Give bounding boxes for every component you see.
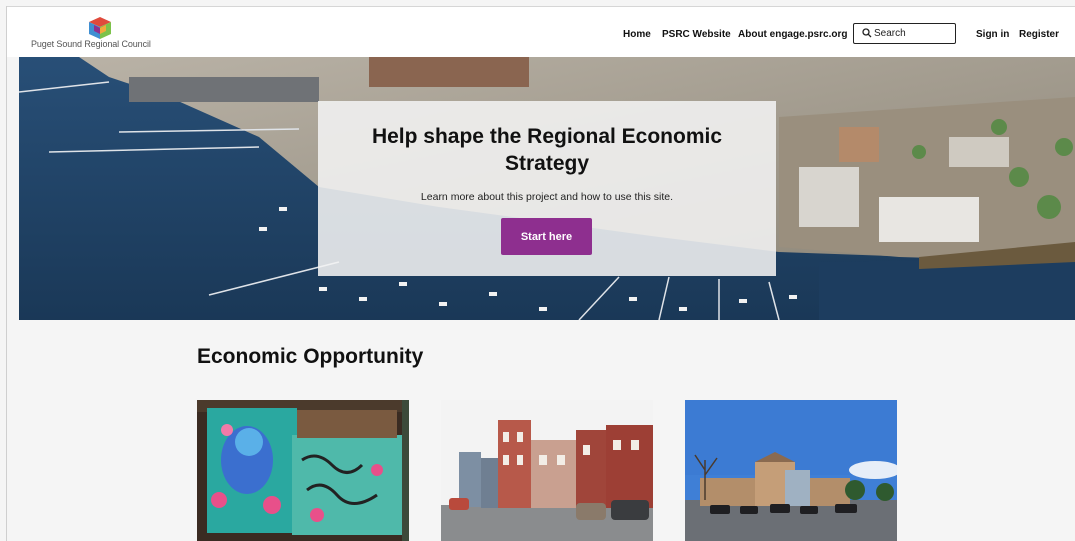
register-link[interactable]: Register [1019, 29, 1059, 40]
hero-title: Help shape the Regional Economic Strateg… [371, 125, 723, 175]
start-here-button[interactable]: Start here [501, 218, 592, 255]
hero-card: Help shape the Regional Economic Strateg… [318, 101, 776, 276]
search-placeholder: Search [874, 28, 906, 39]
nav-home-link[interactable]: Home [623, 29, 651, 40]
card-office-park-image[interactable] [685, 400, 897, 541]
search-icon [862, 28, 872, 38]
card-mural-image[interactable] [197, 400, 409, 541]
logo-text: Puget Sound Regional Council [31, 39, 151, 49]
office-photo [685, 400, 897, 541]
mural-photo [197, 400, 409, 541]
search-input[interactable]: Search [853, 23, 956, 44]
logo-cube-icon [89, 17, 111, 39]
sign-in-link[interactable]: Sign in [976, 29, 1009, 40]
nav-about-link[interactable]: About engage.psrc.org [738, 29, 847, 40]
street-photo [441, 400, 653, 541]
site-header: Puget Sound Regional Council Home PSRC W… [7, 7, 1075, 57]
hero-banner: Help shape the Regional Economic Strateg… [19, 57, 1075, 320]
card-downtown-street-image[interactable] [441, 400, 653, 541]
psrc-logo[interactable]: Puget Sound Regional Council [31, 17, 161, 53]
section-title: Economic Opportunity [197, 345, 424, 368]
hero-subtitle: Learn more about this project and how to… [420, 191, 674, 203]
nav-psrc-website-link[interactable]: PSRC Website [662, 29, 731, 40]
window-border-left [6, 6, 7, 541]
